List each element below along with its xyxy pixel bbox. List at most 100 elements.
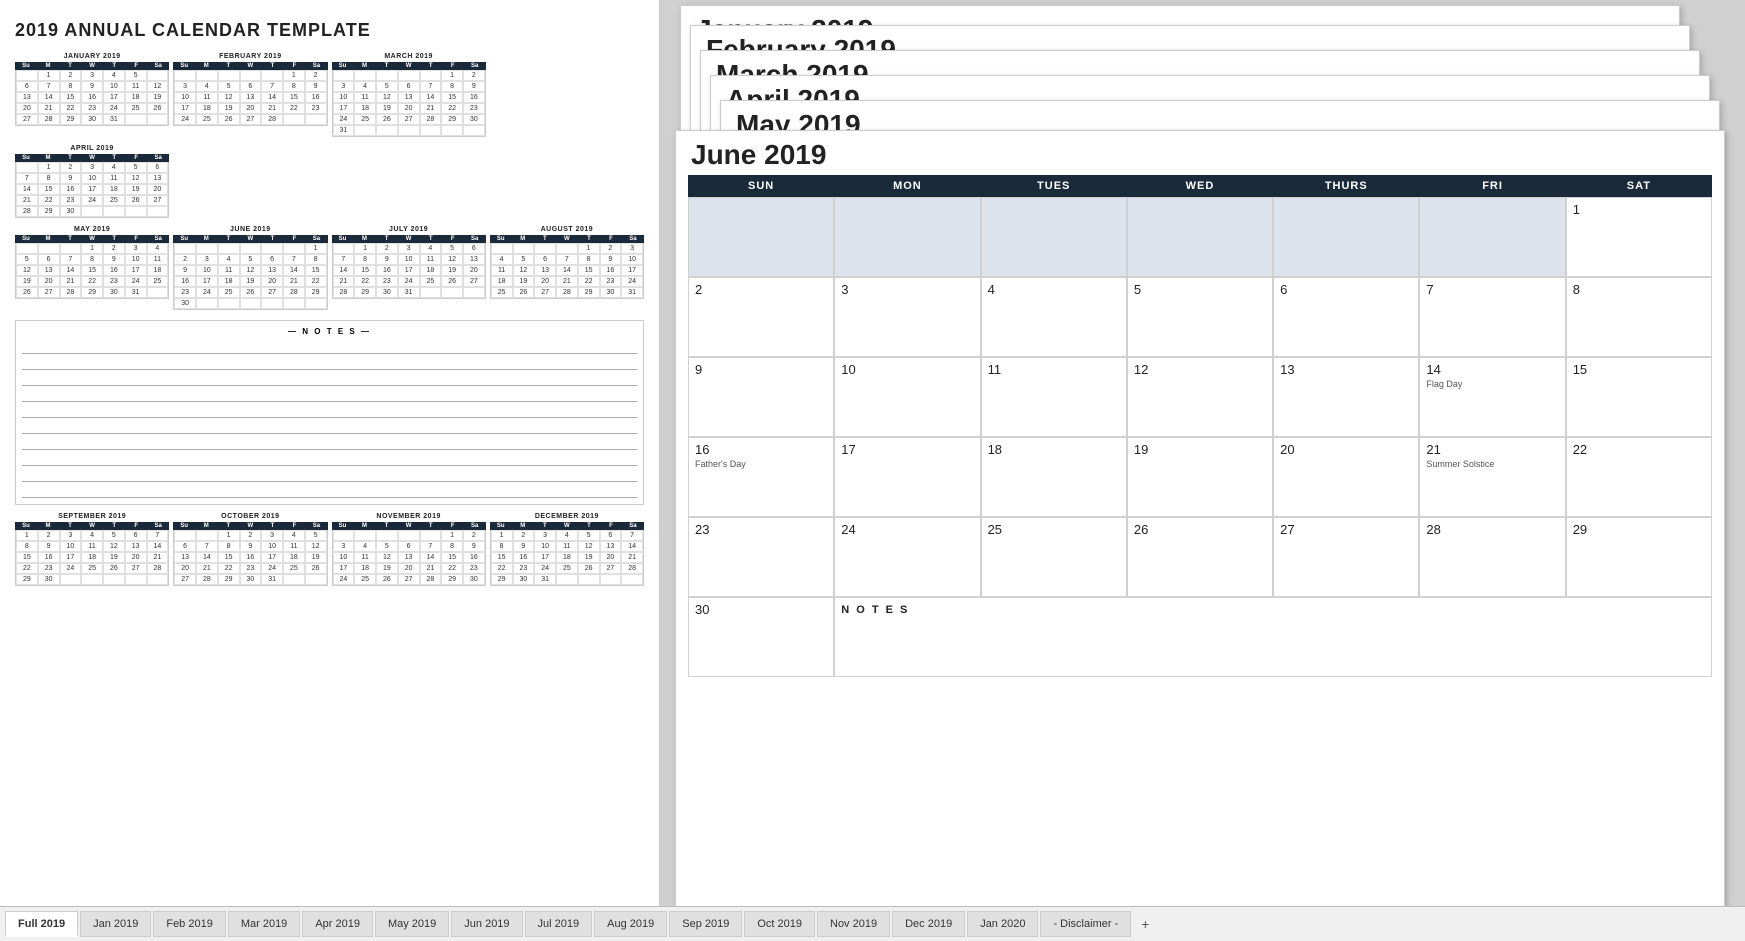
sheet-june: June 2019 SUN MON TUES WED THURS FRI SAT — [675, 130, 1725, 906]
mini-cal-title-jul: JULY 2019 — [332, 226, 486, 233]
mini-cal-body-may: 1234 567891011 12131415161718 1920212223… — [15, 243, 169, 299]
mini-cal-title-sep: SEPTEMBER 2019 — [15, 513, 169, 520]
jun-cell-empty — [1273, 197, 1419, 277]
mini-cal-title-jun: JUNE 2019 — [173, 226, 327, 233]
jun-day-5: 5 — [1127, 277, 1273, 357]
tab-label-dec: Dec 2019 — [905, 918, 952, 930]
mini-cal-header-sep: SuMTWTFSa — [15, 522, 169, 530]
mini-cal-header-jan: SuMTWTFSa — [15, 62, 169, 70]
main-content: 2019 ANNUAL CALENDAR TEMPLATE JANUARY 20… — [0, 0, 1745, 906]
tab-nov-2019[interactable]: Nov 2019 — [817, 911, 890, 937]
tab-mar-2019[interactable]: Mar 2019 — [228, 911, 300, 937]
notes-line — [22, 436, 637, 450]
jun-day-15: 15 — [1566, 357, 1712, 437]
mini-cal-header-jun: SuMTWTFSa — [173, 235, 327, 243]
mini-calendar-jul: JULY 2019 SuMTWTFSa 123456 78910111213 1… — [332, 226, 486, 310]
left-panel: 2019 ANNUAL CALENDAR TEMPLATE JANUARY 20… — [0, 0, 660, 906]
jun-day-18: 18 — [981, 437, 1127, 517]
jun-day-8: 8 — [1566, 277, 1712, 357]
mini-cal-header-mar: SuMTWTFSa — [332, 62, 486, 70]
tab-label-may: May 2019 — [388, 918, 436, 930]
tab-feb-2019[interactable]: Feb 2019 — [153, 911, 225, 937]
mini-cal-title-nov: NOVEMBER 2019 — [332, 513, 486, 520]
jun-day-1: 1 — [1566, 197, 1712, 277]
notes-title: — N O T E S — — [22, 327, 637, 336]
mini-cal-header-may: SuMTWTFSa — [15, 235, 169, 243]
mini-cal-title-aug: AUGUST 2019 — [490, 226, 644, 233]
jun-cell-empty — [981, 197, 1127, 277]
mini-cal-header-feb: SuMTWTFSa — [173, 62, 327, 70]
tab-label-aug: Aug 2019 — [607, 918, 654, 930]
notes-line — [22, 420, 637, 434]
tab-jan-2020[interactable]: Jan 2020 — [967, 911, 1038, 937]
notes-line — [22, 468, 637, 482]
mini-cal-body-sep: 1234567 891011121314 15161718192021 2223… — [15, 530, 169, 586]
tab-aug-2019[interactable]: Aug 2019 — [594, 911, 667, 937]
tab-add-button[interactable]: + — [1133, 912, 1157, 936]
tab-jan-2019[interactable]: Jan 2019 — [80, 911, 151, 937]
mini-calendar-apr: APRIL 2019 SuMTWTFSa 123456 78910111213 … — [15, 145, 169, 218]
mini-cal-title-dec: DECEMBER 2019 — [490, 513, 644, 520]
mini-cal-header-oct: SuMTWTFSa — [173, 522, 327, 530]
tab-full-2019[interactable]: Full 2019 — [5, 911, 78, 937]
tab-label-oct: Oct 2019 — [757, 918, 802, 930]
notes-line — [22, 452, 637, 466]
tab-label-mar: Mar 2019 — [241, 918, 287, 930]
jun-day-7: 7 — [1419, 277, 1565, 357]
jun-day-21: 21Summer Solstice — [1419, 437, 1565, 517]
mini-calendar-jun: JUNE 2019 SuMTWTFSa 1 2345678 9101112131… — [173, 226, 327, 310]
jun-week4: 16Father's Day 17 18 19 20 21Summer Sols… — [688, 437, 1712, 517]
mini-calendar-nov: NOVEMBER 2019 SuMTWTFSa 12 3456789 10111… — [332, 513, 486, 586]
tab-may-2019[interactable]: May 2019 — [375, 911, 449, 937]
tab-apr-2019[interactable]: Apr 2019 — [302, 911, 373, 937]
notes-line — [22, 388, 637, 402]
mini-cal-body-mar: 12 3456789 10111213141516 17181920212223… — [332, 70, 486, 137]
summer-solstice-label: Summer Solstice — [1426, 459, 1558, 469]
mini-cal-title-mar: MARCH 2019 — [332, 53, 486, 60]
tab-oct-2019[interactable]: Oct 2019 — [744, 911, 815, 937]
jun-day-13: 13 — [1273, 357, 1419, 437]
jun-title: June 2019 — [676, 131, 1724, 175]
jun-cell-empty — [688, 197, 834, 277]
jun-day-6: 6 — [1273, 277, 1419, 357]
mini-cal-header-jul: SuMTWTFSa — [332, 235, 486, 243]
tab-jul-2019[interactable]: Jul 2019 — [525, 911, 593, 937]
tab-disclaimer[interactable]: - Disclaimer - — [1040, 911, 1131, 937]
mini-calendar-aug: AUGUST 2019 SuMTWTFSa 123 45678910 11121… — [490, 226, 644, 310]
mini-cal-body-feb: 12 3456789 10111213141516 17181920212223… — [173, 70, 327, 126]
jun-day-14: 14Flag Day — [1419, 357, 1565, 437]
mini-calendar-dec: DECEMBER 2019 SuMTWTFSa 1234567 89101112… — [490, 513, 644, 586]
jun-day-2: 2 — [688, 277, 834, 357]
tab-label-nov: Nov 2019 — [830, 918, 877, 930]
mini-calendar-feb: FEBRUARY 2019 SuMTWTFSa 12 3456789 10111… — [173, 53, 327, 137]
mini-cal-title-feb: FEBRUARY 2019 — [173, 53, 327, 60]
jun-week1: 1 — [688, 197, 1712, 277]
tab-dec-2019[interactable]: Dec 2019 — [892, 911, 965, 937]
jun-day-30: 30 — [688, 597, 834, 677]
notes-column — [490, 53, 644, 137]
mini-calendar-may: MAY 2019 SuMTWTFSa 1234 567891011 121314… — [15, 226, 169, 310]
jun-week3: 9 10 11 12 13 14Flag Day 15 — [688, 357, 1712, 437]
mini-cal-header-nov: SuMTWTFSa — [332, 522, 486, 530]
tab-sep-2019[interactable]: Sep 2019 — [669, 911, 742, 937]
jun-day-9: 9 — [688, 357, 834, 437]
mini-cal-body-apr: 123456 78910111213 14151617181920 212223… — [15, 162, 169, 218]
jun-day-22: 22 — [1566, 437, 1712, 517]
notes-line — [22, 340, 637, 354]
jun-day-26: 26 — [1127, 517, 1273, 597]
mini-cal-body-oct: 12345 6789101112 13141516171819 20212223… — [173, 530, 327, 586]
jun-day-12: 12 — [1127, 357, 1273, 437]
mini-cal-title-may: MAY 2019 — [15, 226, 169, 233]
mini-calendar-oct: OCTOBER 2019 SuMTWTFSa 12345 6789101112 … — [173, 513, 327, 586]
tab-jun-2019[interactable]: Jun 2019 — [451, 911, 522, 937]
tab-bar: Full 2019 Jan 2019 Feb 2019 Mar 2019 Apr… — [0, 906, 1745, 941]
mini-cal-header-dec: SuMTWTFSa — [490, 522, 644, 530]
tab-label-sep: Sep 2019 — [682, 918, 729, 930]
mini-calendar-mar: MARCH 2019 SuMTWTFSa 12 3456789 10111213… — [332, 53, 486, 137]
mini-calendars-grid-row2: MAY 2019 SuMTWTFSa 1234 567891011 121314… — [15, 226, 644, 310]
notes-lines — [22, 340, 637, 498]
jun-day-27: 27 — [1273, 517, 1419, 597]
notes-line — [22, 404, 637, 418]
tab-label-full: Full 2019 — [18, 918, 65, 930]
notes-line — [22, 356, 637, 370]
